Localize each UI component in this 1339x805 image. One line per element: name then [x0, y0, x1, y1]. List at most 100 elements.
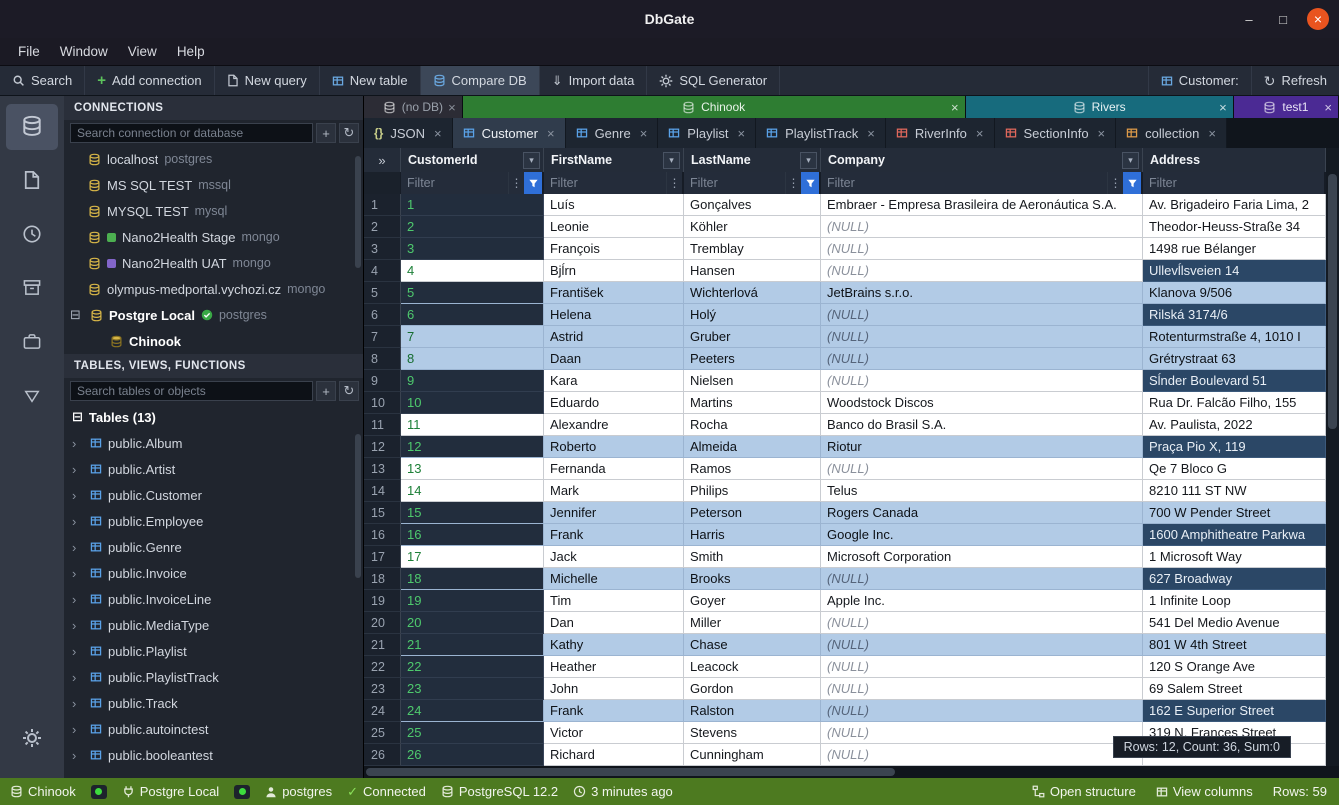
- chevron-right-icon[interactable]: ›: [72, 488, 84, 503]
- chevron-right-icon[interactable]: ›: [72, 592, 84, 607]
- row-number[interactable]: 8: [364, 348, 401, 370]
- table-item-public-playlist[interactable]: ›public.Playlist: [64, 638, 363, 664]
- menu-help[interactable]: Help: [167, 41, 215, 62]
- cell-firstname[interactable]: František: [544, 282, 684, 304]
- close-icon[interactable]: ×: [640, 126, 648, 141]
- connection-item-olympus-medportal-vychozi-cz[interactable]: olympus-medportal.vychozi.czmongo: [64, 276, 363, 302]
- cell-customerid[interactable]: 5: [401, 282, 544, 304]
- row-number[interactable]: 11: [364, 414, 401, 436]
- cell-company[interactable]: (NULL): [821, 304, 1143, 326]
- row-number[interactable]: 19: [364, 590, 401, 612]
- tab-customer[interactable]: Customer×: [453, 118, 566, 148]
- cell-company[interactable]: (NULL): [821, 700, 1143, 722]
- row-number[interactable]: 21: [364, 634, 401, 656]
- cell-firstname[interactable]: Victor: [544, 722, 684, 744]
- cell-customerid[interactable]: 22: [401, 656, 544, 678]
- cell-customerid[interactable]: 23: [401, 678, 544, 700]
- cell-company[interactable]: JetBrains s.r.o.: [821, 282, 1143, 304]
- connection-item-ms-sql-test[interactable]: MS SQL TESTmssql: [64, 172, 363, 198]
- title-bar[interactable]: DbGate – □ ×: [0, 0, 1339, 38]
- close-icon[interactable]: ×: [1098, 126, 1106, 141]
- cell-customerid[interactable]: 7: [401, 326, 544, 348]
- maximize-button[interactable]: □: [1273, 12, 1293, 27]
- cell-firstname[interactable]: Jennifer: [544, 502, 684, 524]
- cell-customerid[interactable]: 16: [401, 524, 544, 546]
- row-number[interactable]: 17: [364, 546, 401, 568]
- row-number[interactable]: 16: [364, 524, 401, 546]
- toolbar-new-table[interactable]: New table: [320, 66, 421, 95]
- close-icon[interactable]: ×: [434, 126, 442, 141]
- cell-firstname[interactable]: François: [544, 238, 684, 260]
- chevron-right-icon[interactable]: ›: [72, 748, 84, 763]
- cell-lastname[interactable]: Köhler: [684, 216, 821, 238]
- sidebar-archive[interactable]: [6, 266, 58, 312]
- cell-customerid[interactable]: 1: [401, 194, 544, 216]
- row-number[interactable]: 7: [364, 326, 401, 348]
- cell-firstname[interactable]: Richard: [544, 744, 684, 766]
- toolbar-refresh[interactable]: ↻Refresh: [1251, 66, 1339, 95]
- status-3-minutes-ago[interactable]: 3 minutes ago: [573, 784, 673, 799]
- cell-firstname[interactable]: Jack: [544, 546, 684, 568]
- cell-lastname[interactable]: Hansen: [684, 260, 821, 282]
- column-header-address[interactable]: Address: [1143, 148, 1326, 172]
- cell-lastname[interactable]: Ramos: [684, 458, 821, 480]
- horizontal-scrollbar[interactable]: [364, 766, 1326, 778]
- cell-lastname[interactable]: Nielsen: [684, 370, 821, 392]
- cell-firstname[interactable]: Leonie: [544, 216, 684, 238]
- cell-company[interactable]: Microsoft Corporation: [821, 546, 1143, 568]
- cell-firstname[interactable]: Frank: [544, 524, 684, 546]
- kebab-menu-icon[interactable]: ⋮: [1107, 172, 1123, 194]
- cell-firstname[interactable]: John: [544, 678, 684, 700]
- cell-firstname[interactable]: Bjĺrn: [544, 260, 684, 282]
- tables-search-input[interactable]: [70, 381, 313, 401]
- close-icon[interactable]: ×: [867, 126, 875, 141]
- chevron-right-icon[interactable]: ›: [72, 436, 84, 451]
- cell-customerid[interactable]: 24: [401, 700, 544, 722]
- close-icon[interactable]: ×: [1219, 100, 1227, 115]
- filter-input-address[interactable]: Filter: [1143, 172, 1326, 194]
- status-postgresql-12-2[interactable]: PostgreSQL 12.2: [441, 784, 558, 799]
- row-number[interactable]: 1: [364, 194, 401, 216]
- cell-company[interactable]: Apple Inc.: [821, 590, 1143, 612]
- chevron-right-icon[interactable]: ›: [72, 514, 84, 529]
- collapse-icon[interactable]: ⊟: [72, 409, 83, 425]
- chevron-down-icon[interactable]: ▾: [1122, 152, 1139, 169]
- toolbar-compare-db[interactable]: Compare DB: [421, 66, 540, 95]
- collapse-icon[interactable]: ⊟: [70, 307, 84, 323]
- cell-customerid[interactable]: 9: [401, 370, 544, 392]
- cell-company[interactable]: (NULL): [821, 326, 1143, 348]
- row-number[interactable]: 9: [364, 370, 401, 392]
- column-header-customerid[interactable]: CustomerId▾: [401, 148, 544, 172]
- row-number[interactable]: 4: [364, 260, 401, 282]
- chevron-right-icon[interactable]: ›: [72, 540, 84, 555]
- cell-customerid[interactable]: 11: [401, 414, 544, 436]
- cell-company[interactable]: (NULL): [821, 260, 1143, 282]
- menu-window[interactable]: Window: [50, 41, 118, 62]
- chevron-right-icon[interactable]: ›: [72, 566, 84, 581]
- cell-address[interactable]: Av. Brigadeiro Faria Lima, 2: [1143, 194, 1326, 216]
- cell-lastname[interactable]: Leacock: [684, 656, 821, 678]
- table-item-public-playlisttrack[interactable]: ›public.PlaylistTrack: [64, 664, 363, 690]
- filter-input-firstname[interactable]: Filter⋮: [544, 172, 684, 194]
- cell-address[interactable]: Av. Paulista, 2022: [1143, 414, 1326, 436]
- cell-lastname[interactable]: Goyer: [684, 590, 821, 612]
- cell-address[interactable]: 627 Broadway: [1143, 568, 1326, 590]
- add-connection-small-button[interactable]: +: [316, 123, 336, 143]
- toolbar-add-connection[interactable]: +Add connection: [85, 66, 214, 95]
- cell-customerid[interactable]: 26: [401, 744, 544, 766]
- cell-customerid[interactable]: 13: [401, 458, 544, 480]
- connections-search-input[interactable]: [70, 123, 313, 143]
- connection-item-chinook[interactable]: Chinook: [64, 328, 363, 354]
- row-number[interactable]: 14: [364, 480, 401, 502]
- cell-firstname[interactable]: Frank: [544, 700, 684, 722]
- connection-item-postgre-local[interactable]: ⊟Postgre Localpostgres: [64, 302, 363, 328]
- cell-company[interactable]: (NULL): [821, 656, 1143, 678]
- cell-address[interactable]: 1498 rue Bélanger: [1143, 238, 1326, 260]
- cell-customerid[interactable]: 19: [401, 590, 544, 612]
- cell-lastname[interactable]: Almeida: [684, 436, 821, 458]
- toolbar-sql-generator[interactable]: SQL Generator: [647, 66, 780, 95]
- cell-customerid[interactable]: 8: [401, 348, 544, 370]
- status-view-columns[interactable]: View columns: [1156, 784, 1253, 799]
- filter-funnel-icon[interactable]: [524, 172, 542, 194]
- cell-company[interactable]: (NULL): [821, 678, 1143, 700]
